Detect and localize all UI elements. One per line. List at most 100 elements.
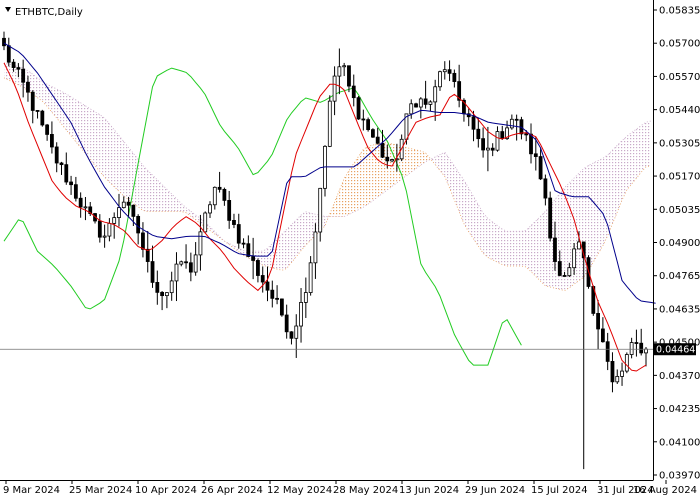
candle [442, 61, 447, 80]
candle [375, 127, 380, 145]
candle-body [605, 341, 610, 362]
candle-body [174, 263, 179, 282]
candle-body [64, 164, 69, 183]
candle-body [303, 292, 308, 303]
x-tick-label: 26 Apr 2024 [201, 485, 263, 496]
candle-body [438, 71, 442, 88]
candle [600, 317, 605, 343]
kumo-segment [157, 179, 163, 212]
candle [485, 126, 490, 172]
y-tick-label: 0.04100 [659, 437, 700, 448]
kumo-segment [61, 91, 67, 130]
candle-body [270, 289, 275, 299]
kumo-segment [459, 173, 464, 224]
candle [40, 109, 45, 127]
kumo-segment [593, 160, 599, 263]
chart-area: 0.05835 0.05700 0.05570 0.05440 0.05305 0.051… [0, 0, 700, 500]
ichimoku-chart: 0.05835 0.05700 0.05570 0.05440 0.05305 0.051… [0, 0, 700, 496]
candle-body [289, 331, 294, 339]
candle-body [615, 376, 620, 383]
kumo-segment [406, 147, 412, 176]
candle-body [577, 241, 581, 250]
candle-body [361, 118, 366, 121]
candle-body [260, 275, 265, 283]
candle [150, 245, 155, 288]
candle-body [313, 231, 318, 264]
candle-body [327, 100, 332, 147]
candle-body [26, 81, 30, 93]
y-tick-label: 0.03970 [659, 471, 700, 482]
candle [275, 285, 279, 305]
kumo-segment [99, 114, 105, 178]
candle-body [294, 325, 299, 339]
x-tick-label: 13 Jun 2024 [399, 485, 459, 496]
kumo-segment [483, 212, 488, 258]
candle [121, 196, 126, 209]
candle-body [102, 235, 107, 238]
candle [222, 187, 227, 206]
kumo-segment [171, 193, 177, 212]
candle [289, 331, 294, 345]
candle-body [476, 128, 481, 140]
candle-body [97, 220, 102, 238]
candle [184, 244, 188, 269]
candle [466, 108, 471, 127]
candle-body [380, 142, 385, 158]
candle [203, 211, 208, 233]
candle [102, 224, 107, 248]
candle [265, 266, 270, 302]
candle [323, 145, 327, 197]
candle-body [634, 342, 639, 344]
candle [217, 171, 222, 193]
candle [351, 74, 356, 107]
candle-body [193, 254, 198, 273]
candle-body [337, 66, 342, 77]
kumo-segment [535, 216, 541, 282]
y-tick-label: 0.05305 [659, 138, 700, 149]
candle [644, 347, 648, 367]
candle-body [160, 291, 165, 297]
x-tick-label: 12 May 2024 [267, 485, 332, 496]
candle-body [414, 103, 418, 108]
candle-body [553, 237, 557, 262]
candle-body [232, 220, 236, 225]
candle-body [509, 118, 514, 129]
kumo-segment [118, 135, 124, 197]
candle [418, 97, 423, 119]
candle [2, 31, 6, 51]
candle-body [2, 37, 6, 47]
kumo-segment [109, 123, 115, 187]
kumo-segment [152, 175, 158, 212]
candle [299, 288, 303, 343]
kumo-segment [329, 202, 335, 217]
candle-body [40, 110, 45, 126]
symbol-label: ETHBTC,Daily [15, 7, 83, 18]
candle [366, 117, 371, 132]
candle [78, 192, 83, 218]
candle-body [184, 261, 188, 264]
candle [447, 60, 452, 82]
candle-body [572, 248, 577, 269]
candle [438, 70, 442, 91]
kumo-segment [420, 151, 426, 166]
candle [179, 260, 184, 267]
y-tick-label: 0.05835 [659, 6, 700, 17]
candle [629, 337, 634, 359]
kumo-segment [301, 211, 306, 251]
kumo-segment [348, 163, 354, 215]
kumo-segment [439, 152, 445, 177]
kumo-segment [641, 122, 646, 173]
candle [160, 291, 165, 311]
candle [141, 222, 145, 258]
candle [83, 196, 88, 221]
candle-body [524, 133, 529, 136]
candle-body [624, 354, 629, 372]
candle-body [54, 146, 59, 164]
candle-body [236, 224, 241, 244]
candle [490, 143, 495, 157]
candle [308, 256, 313, 296]
kumo-segment [162, 184, 167, 212]
y-tick-label: 0.05700 [659, 39, 700, 50]
candle-body [332, 75, 337, 102]
candle-body [59, 162, 64, 166]
